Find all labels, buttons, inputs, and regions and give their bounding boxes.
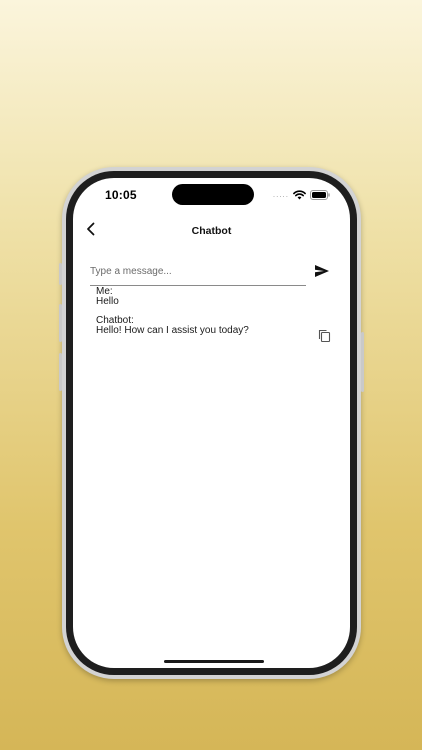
- phone-bezel: 10:05 ..... Chatbot Type a message... Me…: [66, 171, 357, 675]
- dynamic-island: [172, 184, 254, 205]
- battery-icon: [310, 190, 330, 200]
- power-button: [361, 332, 364, 392]
- copy-icon[interactable]: [318, 329, 331, 342]
- status-icons: .....: [273, 189, 330, 201]
- message-text: Hello: [96, 296, 119, 307]
- message-item: Chatbot: Hello! How can I assist you tod…: [96, 316, 249, 336]
- action-button: [59, 263, 62, 285]
- home-indicator[interactable]: [164, 660, 264, 663]
- status-time: 10:05: [105, 188, 137, 202]
- message-item: Me: Hello: [96, 287, 119, 307]
- wifi-icon: [293, 190, 306, 200]
- page-title: Chatbot: [191, 225, 232, 237]
- app-header: Chatbot: [73, 218, 350, 244]
- volume-up-button: [59, 304, 62, 342]
- signal-indicator: .....: [272, 190, 289, 199]
- phone-frame: 10:05 ..... Chatbot Type a message... Me…: [59, 167, 364, 679]
- message-text: Hello! How can I assist you today?: [96, 325, 249, 336]
- send-icon[interactable]: [314, 264, 330, 278]
- volume-down-button: [59, 353, 62, 391]
- app-screen: 10:05 ..... Chatbot Type a message... Me…: [73, 178, 350, 668]
- message-input[interactable]: [90, 264, 306, 277]
- message-composer: [90, 261, 306, 286]
